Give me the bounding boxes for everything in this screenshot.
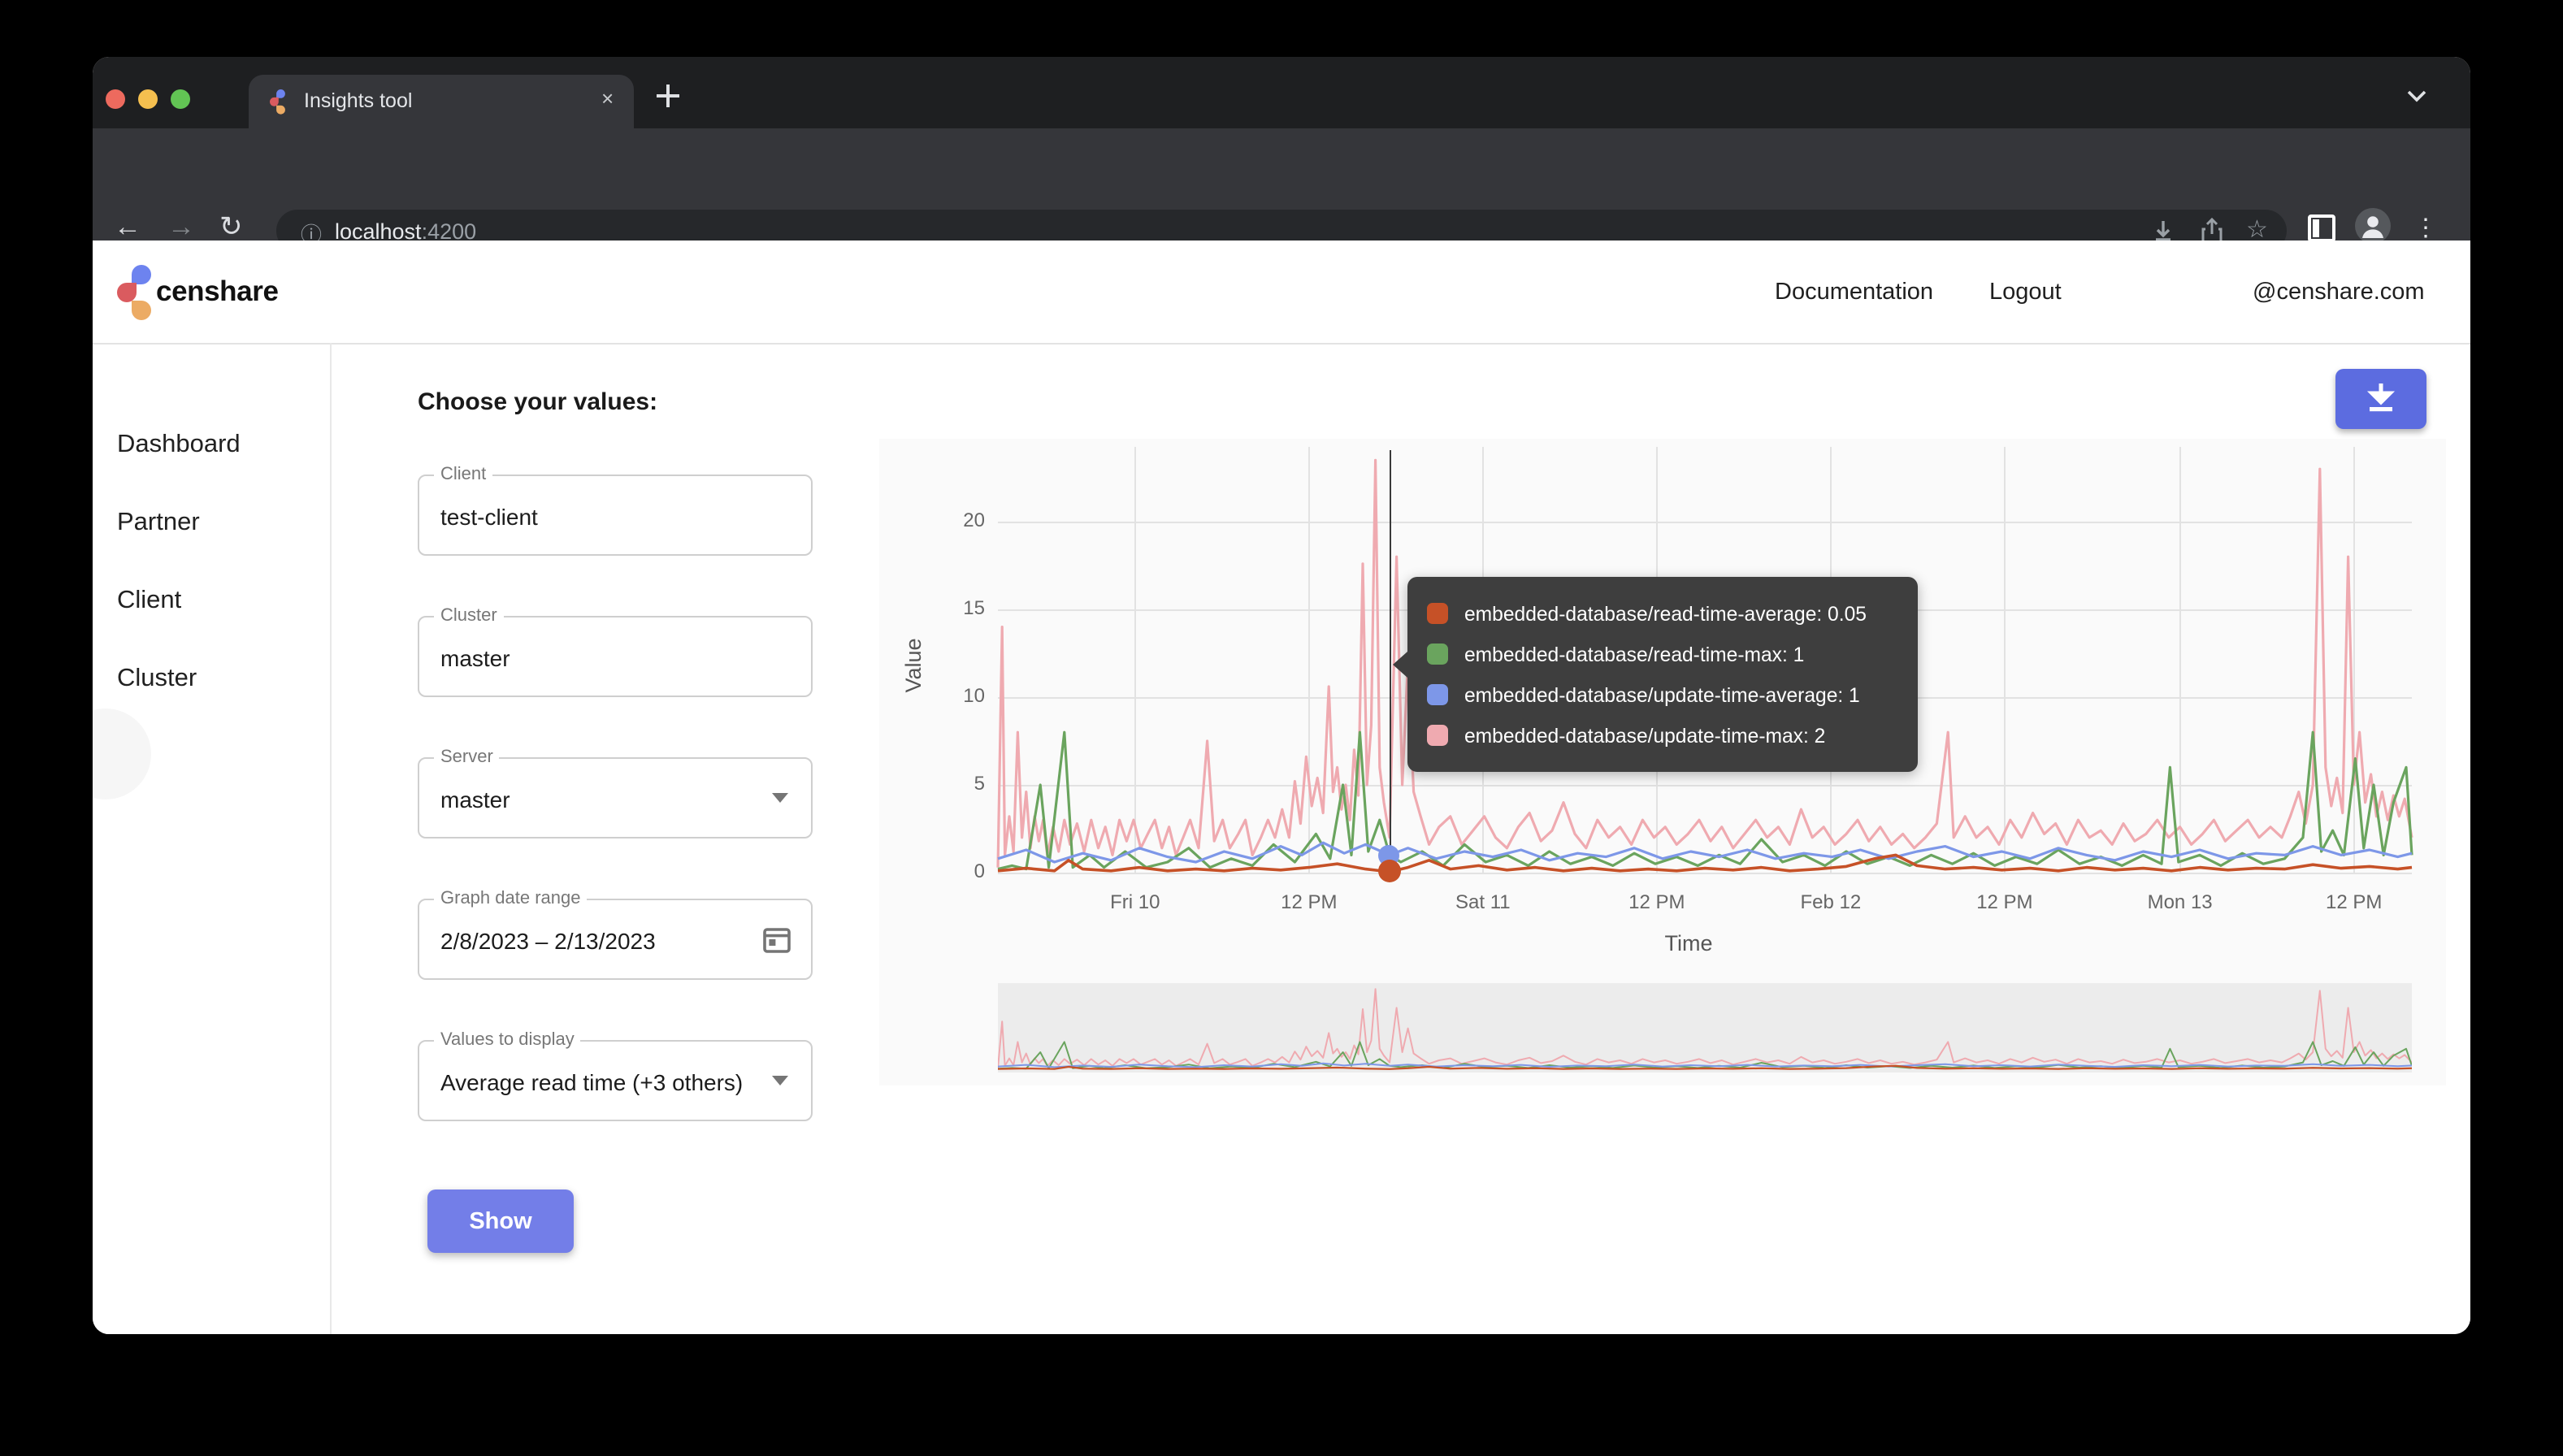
cluster-field[interactable]: Cluster master	[418, 616, 813, 697]
logo-blob-red	[117, 283, 137, 302]
app-page: censhare Documentation Logout @censhare.…	[93, 240, 2470, 1334]
values-to-display-label: Values to display	[434, 1030, 581, 1050]
tab-strip: Insights tool ×	[93, 57, 2470, 128]
client-field-value: test-client	[440, 504, 538, 530]
form-title: Choose your values:	[418, 388, 657, 416]
cluster-field-value: master	[440, 645, 510, 671]
server-select-value: master	[440, 786, 510, 812]
calendar-icon[interactable]	[761, 923, 793, 956]
x-tick-label: 12 PM	[1589, 890, 1725, 913]
nav-link-documentation[interactable]: Documentation	[1775, 280, 1933, 306]
bookmark-star-icon[interactable]: ☆	[2246, 214, 2268, 244]
tooltip-row: embedded-database/read-time-max: 1	[1427, 634, 1898, 674]
tooltip-row: embedded-database/read-time-average: 0.0…	[1427, 593, 1898, 634]
client-field-label: Client	[434, 465, 492, 484]
sidebar-item-cluster[interactable]: Cluster	[117, 665, 197, 694]
download-icon	[2361, 380, 2400, 416]
chart-panel: Value embedded-database/read-time-averag…	[879, 439, 2446, 1086]
server-select-label: Server	[434, 748, 500, 767]
chevron-down-icon[interactable]	[2407, 89, 2426, 102]
x-tick-label: Sat 11	[1415, 890, 1551, 913]
browser-toolbar: ← → ↻ ⓘ localhost:4200 ☆ ⋮	[93, 128, 2470, 240]
h-gridline	[998, 873, 2412, 874]
x-tick-label: Mon 13	[2112, 890, 2249, 913]
tab-insights-tool[interactable]: Insights tool ×	[249, 75, 634, 128]
date-range-label: Graph date range	[434, 889, 587, 908]
sidebar-divider	[330, 343, 332, 1334]
profile-avatar[interactable]	[2355, 208, 2391, 244]
tab-title: Insights tool	[304, 89, 412, 112]
sidebar-item-dashboard[interactable]: Dashboard	[117, 431, 241, 460]
tab-close-icon[interactable]: ×	[601, 86, 614, 110]
chart-plot-area[interactable]: embedded-database/read-time-average: 0.0…	[998, 447, 2412, 873]
values-to-display-value: Average read time (+3 others)	[440, 1069, 743, 1095]
y-tick-label: 10	[913, 684, 985, 707]
server-select[interactable]: Server master	[418, 757, 813, 838]
screenshot-stage: Insights tool × ← → ↻ ⓘ localhost:4200 ☆…	[0, 0, 2563, 1456]
dropdown-caret-icon	[772, 793, 788, 803]
hover-crosshair	[1390, 450, 1391, 876]
focus-ripple	[93, 708, 151, 800]
x-axis-title: Time	[1640, 931, 1737, 956]
side-panel-icon[interactable]	[2308, 214, 2335, 242]
x-tick-label: Fri 10	[1067, 890, 1203, 913]
swatch-update-time-max	[1427, 725, 1448, 746]
values-to-display-select[interactable]: Values to display Average read time (+3 …	[418, 1040, 813, 1121]
traffic-light-zoom[interactable]	[171, 89, 190, 109]
y-tick-label: 0	[913, 860, 985, 882]
show-button[interactable]: Show	[427, 1190, 574, 1253]
overview-chart	[998, 983, 2412, 1072]
logo-blob-orange	[132, 301, 151, 320]
cluster-field-label: Cluster	[434, 606, 504, 626]
browser-window: Insights tool × ← → ↻ ⓘ localhost:4200 ☆…	[93, 57, 2470, 1334]
y-tick-label: 20	[913, 509, 985, 531]
header-divider	[93, 343, 2470, 344]
chart-overview-brush[interactable]	[998, 983, 2412, 1072]
hover-dot	[1378, 860, 1401, 883]
traffic-light-close[interactable]	[106, 89, 125, 109]
sidebar-item-partner[interactable]: Partner	[117, 509, 200, 538]
x-tick-label: 12 PM	[2286, 890, 2422, 913]
x-tick-label: 12 PM	[1936, 890, 2073, 913]
swatch-read-time-max	[1427, 644, 1448, 665]
censhare-logo	[117, 265, 153, 320]
new-tab-button[interactable]	[657, 84, 679, 107]
x-tick-label: Feb 12	[1763, 890, 1899, 913]
brand-wordmark: censhare	[156, 275, 279, 309]
swatch-read-time-average	[1427, 603, 1448, 624]
back-icon[interactable]: ←	[114, 211, 141, 244]
tooltip-row: embedded-database/update-time-max: 2	[1427, 715, 1898, 756]
client-field[interactable]: Client test-client	[418, 474, 813, 556]
reload-icon[interactable]: ↻	[219, 211, 243, 244]
y-tick-label: 15	[913, 596, 985, 619]
censhare-favicon	[270, 89, 286, 115]
favicon-blob-orange	[276, 106, 285, 115]
person-icon	[2355, 208, 2391, 244]
date-range-value: 2/8/2023 – 2/13/2023	[440, 928, 656, 954]
nav-link-logout[interactable]: Logout	[1989, 280, 2062, 306]
y-tick-label: 5	[913, 772, 985, 795]
forward-icon[interactable]: →	[167, 211, 195, 244]
swatch-update-time-average	[1427, 684, 1448, 705]
traffic-light-minimize[interactable]	[138, 89, 158, 109]
chart-tooltip: embedded-database/read-time-average: 0.0…	[1407, 577, 1918, 772]
dropdown-caret-icon	[772, 1076, 788, 1086]
logo-blob-blue	[132, 265, 151, 284]
account-email: @censhare.com	[2253, 280, 2425, 306]
date-range-field[interactable]: Graph date range 2/8/2023 – 2/13/2023	[418, 899, 813, 980]
sidebar-item-client[interactable]: Client	[117, 587, 181, 616]
tooltip-row: embedded-database/update-time-average: 1	[1427, 674, 1898, 715]
download-chart-button[interactable]	[2335, 369, 2426, 429]
x-tick-label: 12 PM	[1241, 890, 1377, 913]
